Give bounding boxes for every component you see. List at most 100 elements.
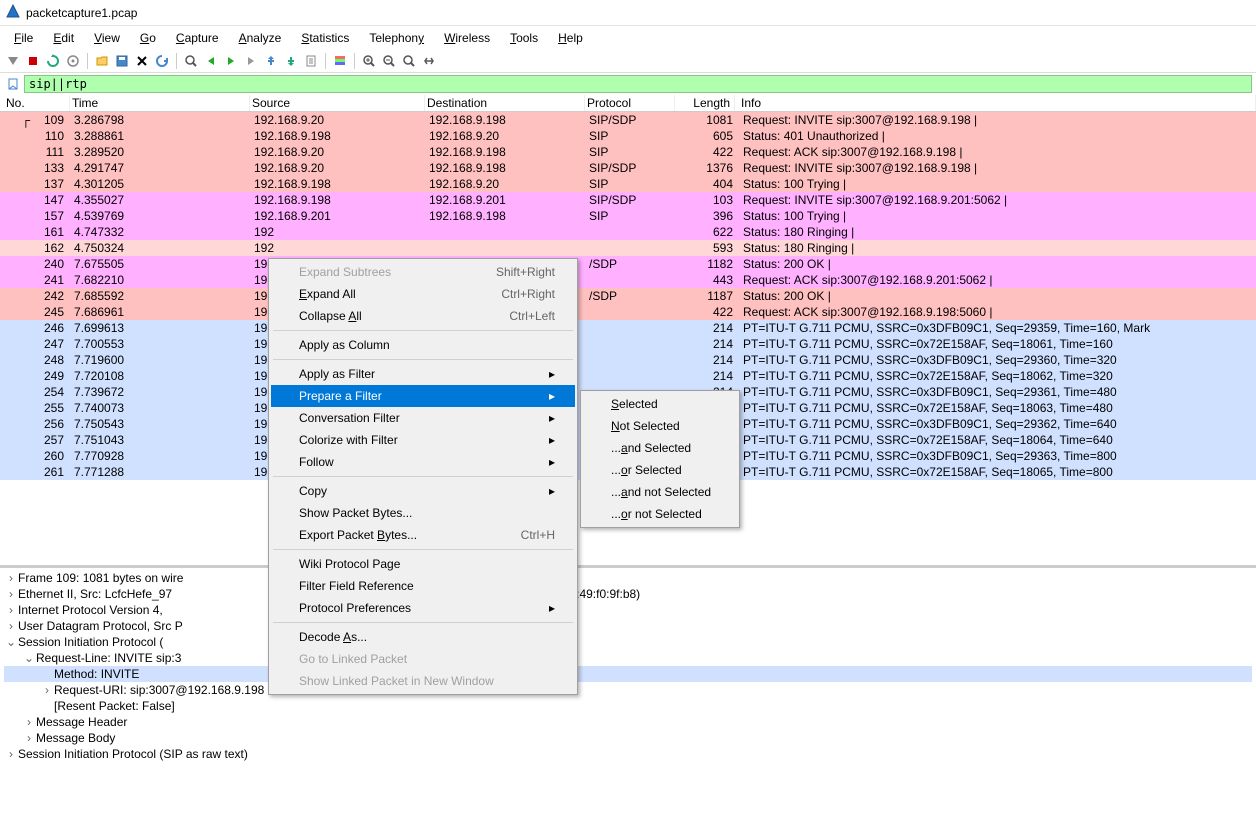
tb-find-icon[interactable] [182, 52, 200, 70]
expand-icon[interactable]: › [22, 715, 36, 729]
menu-item-conversation-filter[interactable]: Conversation Filter▸ [271, 407, 575, 429]
menu-item-wiki-protocol-page[interactable]: Wiki Protocol Page [271, 553, 575, 575]
tree-method[interactable]: Method: INVITE [4, 666, 1252, 682]
packet-row[interactable]: 1103.288861192.168.9.198192.168.9.20SIP6… [0, 128, 1256, 144]
menu-item-collapse-all[interactable]: Collapse AllCtrl+Left [271, 305, 575, 327]
menu-item-expand-all[interactable]: Expand AllCtrl+Right [271, 283, 575, 305]
collapse-icon[interactable]: ⌄ [22, 651, 36, 665]
packet-row[interactable]: 1113.289520192.168.9.20192.168.9.198SIP4… [0, 144, 1256, 160]
packet-row[interactable]: 1624.750324192593Status: 180 Ringing | [0, 240, 1256, 256]
packet-row[interactable]: 2487.719600192214PT=ITU-T G.711 PCMU, SS… [0, 352, 1256, 368]
packet-row[interactable]: 1474.355027192.168.9.198192.168.9.201SIP… [0, 192, 1256, 208]
menu-help[interactable]: Help [548, 28, 593, 48]
expand-icon[interactable]: › [4, 619, 18, 633]
tb-colorize-icon[interactable] [331, 52, 349, 70]
col-header-destination[interactable]: Destination [425, 95, 585, 111]
expand-icon[interactable]: › [4, 747, 18, 761]
packet-row[interactable]: 2457.686961192422Request: ACK sip:3007@1… [0, 304, 1256, 320]
menu-item-show-packet-bytes-[interactable]: Show Packet Bytes... [271, 502, 575, 524]
menu-edit[interactable]: Edit [43, 28, 84, 48]
tb-restart-capture-icon[interactable] [44, 52, 62, 70]
menu-telephony[interactable]: Telephony [359, 28, 434, 48]
menu-item-protocol-preferences[interactable]: Protocol Preferences▸ [271, 597, 575, 619]
tree-request-uri[interactable]: ›Request-URI: sip:3007@192.168.9.198 [4, 682, 1252, 698]
tree-resent[interactable]: [Resent Packet: False] [4, 698, 1252, 714]
menu-file[interactable]: File [4, 28, 43, 48]
menu-item-export-packet-bytes-[interactable]: Export Packet Bytes...Ctrl+H [271, 524, 575, 546]
submenu-item--and-not-selected[interactable]: ...and not Selected [583, 481, 737, 503]
col-header-info[interactable]: Info [735, 95, 1256, 111]
tb-next-icon[interactable] [222, 52, 240, 70]
submenu-item--or-selected[interactable]: ...or Selected [583, 459, 737, 481]
col-header-time[interactable]: Time [70, 95, 250, 111]
packet-details[interactable]: ›Frame 109: 1081 bytes on wireits) ›Ethe… [0, 567, 1256, 812]
menu-item-colorize-with-filter[interactable]: Colorize with Filter▸ [271, 429, 575, 451]
tb-stop-capture-icon[interactable] [24, 52, 42, 70]
tree-sip-raw[interactable]: ›Session Initiation Protocol (SIP as raw… [4, 746, 1252, 762]
tb-resize-icon[interactable] [420, 52, 438, 70]
packet-row[interactable]: 2467.699613192214PT=ITU-T G.711 PCMU, SS… [0, 320, 1256, 336]
filter-bookmark-icon[interactable] [4, 75, 22, 93]
packet-row[interactable]: 2497.720108192214PT=ITU-T G.711 PCMU, SS… [0, 368, 1256, 384]
menu-item-follow[interactable]: Follow▸ [271, 451, 575, 473]
menu-view[interactable]: View [84, 28, 130, 48]
submenu-item--or-not-selected[interactable]: ...or not Selected [583, 503, 737, 525]
menu-item-prepare-a-filter[interactable]: Prepare a Filter▸ [271, 385, 575, 407]
tb-start-capture-icon[interactable] [4, 52, 22, 70]
packet-row[interactable]: ┌1093.286798192.168.9.20192.168.9.198SIP… [0, 112, 1256, 128]
packet-row[interactable]: 2477.700553192214PT=ITU-T G.711 PCMU, SS… [0, 336, 1256, 352]
packet-row[interactable]: 2417.682210192443Request: ACK sip:3007@1… [0, 272, 1256, 288]
tree-ip[interactable]: ›Internet Protocol Version 4, [4, 602, 1252, 618]
packet-row[interactable]: 1334.291747192.168.9.20192.168.9.198SIP/… [0, 160, 1256, 176]
tb-reload-icon[interactable] [153, 52, 171, 70]
menu-wireless[interactable]: Wireless [434, 28, 500, 48]
tree-request-line[interactable]: ⌄Request-Line: INVITE sip:3 [4, 650, 1252, 666]
tree-udp[interactable]: ›User Datagram Protocol, Src P [4, 618, 1252, 634]
expand-icon[interactable]: › [4, 571, 18, 585]
menu-tools[interactable]: Tools [500, 28, 548, 48]
tree-sip[interactable]: ⌄Session Initiation Protocol ( [4, 634, 1252, 650]
tb-first-icon[interactable] [262, 52, 280, 70]
col-header-no[interactable]: No. [0, 95, 70, 111]
tb-autoscroll-icon[interactable] [302, 52, 320, 70]
submenu-item-selected[interactable]: Selected [583, 393, 737, 415]
menu-analyze[interactable]: Analyze [229, 28, 292, 48]
tree-message-body[interactable]: ›Message Body [4, 730, 1252, 746]
tb-goto-icon[interactable] [242, 52, 260, 70]
tree-frame[interactable]: ›Frame 109: 1081 bytes on wireits) [4, 570, 1252, 586]
packet-row[interactable]: 2407.675505192/SDP1182Status: 200 OK | [0, 256, 1256, 272]
packet-row[interactable]: 1374.301205192.168.9.198192.168.9.20SIP4… [0, 176, 1256, 192]
packet-row[interactable]: 1614.747332192622Status: 180 Ringing | [0, 224, 1256, 240]
context-submenu[interactable]: SelectedNot Selected...and Selected...or… [580, 390, 740, 528]
menu-item-apply-as-filter[interactable]: Apply as Filter▸ [271, 363, 575, 385]
tb-prev-icon[interactable] [202, 52, 220, 70]
menu-item-decode-as-[interactable]: Decode As... [271, 626, 575, 648]
menu-item-filter-field-reference[interactable]: Filter Field Reference [271, 575, 575, 597]
menu-capture[interactable]: Capture [166, 28, 229, 48]
submenu-item--and-selected[interactable]: ...and Selected [583, 437, 737, 459]
expand-icon[interactable]: › [4, 587, 18, 601]
expand-icon[interactable]: › [22, 731, 36, 745]
menu-item-copy[interactable]: Copy▸ [271, 480, 575, 502]
tb-close-icon[interactable] [133, 52, 151, 70]
submenu-item-not-selected[interactable]: Not Selected [583, 415, 737, 437]
expand-icon[interactable]: › [40, 683, 54, 697]
tb-options-icon[interactable] [64, 52, 82, 70]
col-header-protocol[interactable]: Protocol [585, 95, 675, 111]
col-header-source[interactable]: Source [250, 95, 425, 111]
tree-ethernet[interactable]: ›Ethernet II, Src: LcfcHefe_97f0:9f:b8 (… [4, 586, 1252, 602]
context-menu[interactable]: Expand SubtreesShift+RightExpand AllCtrl… [268, 258, 578, 695]
collapse-icon[interactable]: ⌄ [4, 635, 18, 649]
tree-message-header[interactable]: ›Message Header [4, 714, 1252, 730]
expand-icon[interactable]: › [4, 603, 18, 617]
menu-item-apply-as-column[interactable]: Apply as Column [271, 334, 575, 356]
col-header-length[interactable]: Length [675, 95, 735, 111]
menu-statistics[interactable]: Statistics [291, 28, 359, 48]
tb-zoomout-icon[interactable] [380, 52, 398, 70]
packet-row[interactable]: 1574.539769192.168.9.201192.168.9.198SIP… [0, 208, 1256, 224]
tb-last-icon[interactable] [282, 52, 300, 70]
tb-open-icon[interactable] [93, 52, 111, 70]
packet-row[interactable]: 2427.685592192/SDP1187Status: 200 OK | [0, 288, 1256, 304]
tb-zoomreset-icon[interactable] [400, 52, 418, 70]
tb-zoomin-icon[interactable] [360, 52, 378, 70]
